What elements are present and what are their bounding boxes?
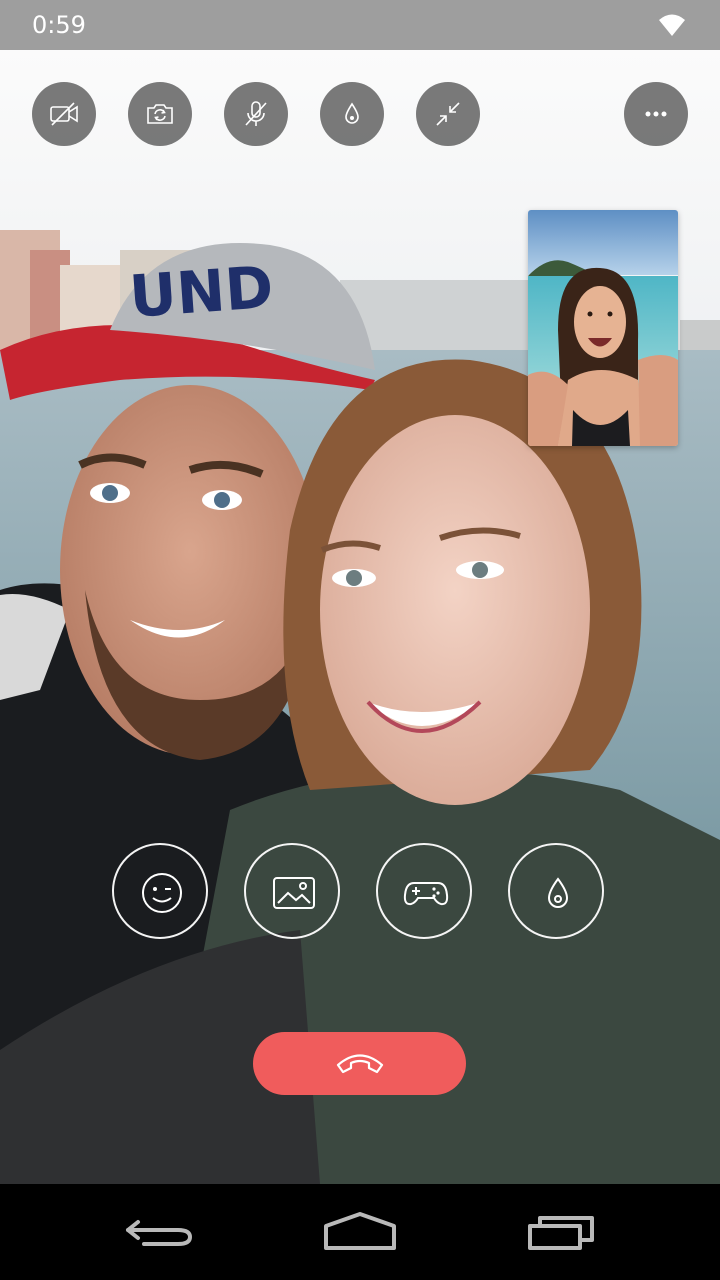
home-button[interactable] xyxy=(320,1206,400,1258)
minimize-button[interactable] xyxy=(416,82,480,146)
camera-off-button[interactable] xyxy=(32,82,96,146)
status-bar: 0:59 xyxy=(0,0,720,50)
filter-effect-button[interactable] xyxy=(508,843,604,939)
recents-icon xyxy=(528,1216,594,1250)
navigation-bar xyxy=(0,1184,720,1280)
mic-off-icon xyxy=(245,101,267,126)
collapse-arrows-icon xyxy=(436,102,460,126)
sticker-button[interactable] xyxy=(244,843,340,939)
more-options-button[interactable] xyxy=(624,82,688,146)
camera-switch-icon xyxy=(147,104,173,124)
phone-hangup-icon xyxy=(336,1054,384,1074)
self-video-image xyxy=(528,210,678,446)
wink-face-icon xyxy=(142,873,182,913)
status-time: 0:59 xyxy=(32,11,86,39)
drop-icon xyxy=(547,877,569,908)
back-icon xyxy=(126,1220,192,1246)
gamepad-icon xyxy=(403,882,449,906)
filter-button[interactable] xyxy=(320,82,384,146)
more-dots-icon xyxy=(645,111,667,117)
video-off-icon xyxy=(50,102,78,126)
self-video-preview[interactable] xyxy=(528,210,678,446)
emoji-button[interactable] xyxy=(112,843,208,939)
image-icon xyxy=(273,877,315,909)
back-button[interactable] xyxy=(120,1206,200,1258)
video-call-screen: 0:59 UND xyxy=(0,0,720,1280)
drop-icon xyxy=(345,102,359,124)
wifi-icon xyxy=(659,14,685,36)
game-button[interactable] xyxy=(376,843,472,939)
switch-camera-button[interactable] xyxy=(128,82,192,146)
home-icon xyxy=(324,1212,396,1250)
end-call-button[interactable] xyxy=(253,1032,466,1095)
recents-button[interactable] xyxy=(520,1206,600,1258)
svg-text:UND: UND xyxy=(127,253,275,331)
mute-button[interactable] xyxy=(224,82,288,146)
